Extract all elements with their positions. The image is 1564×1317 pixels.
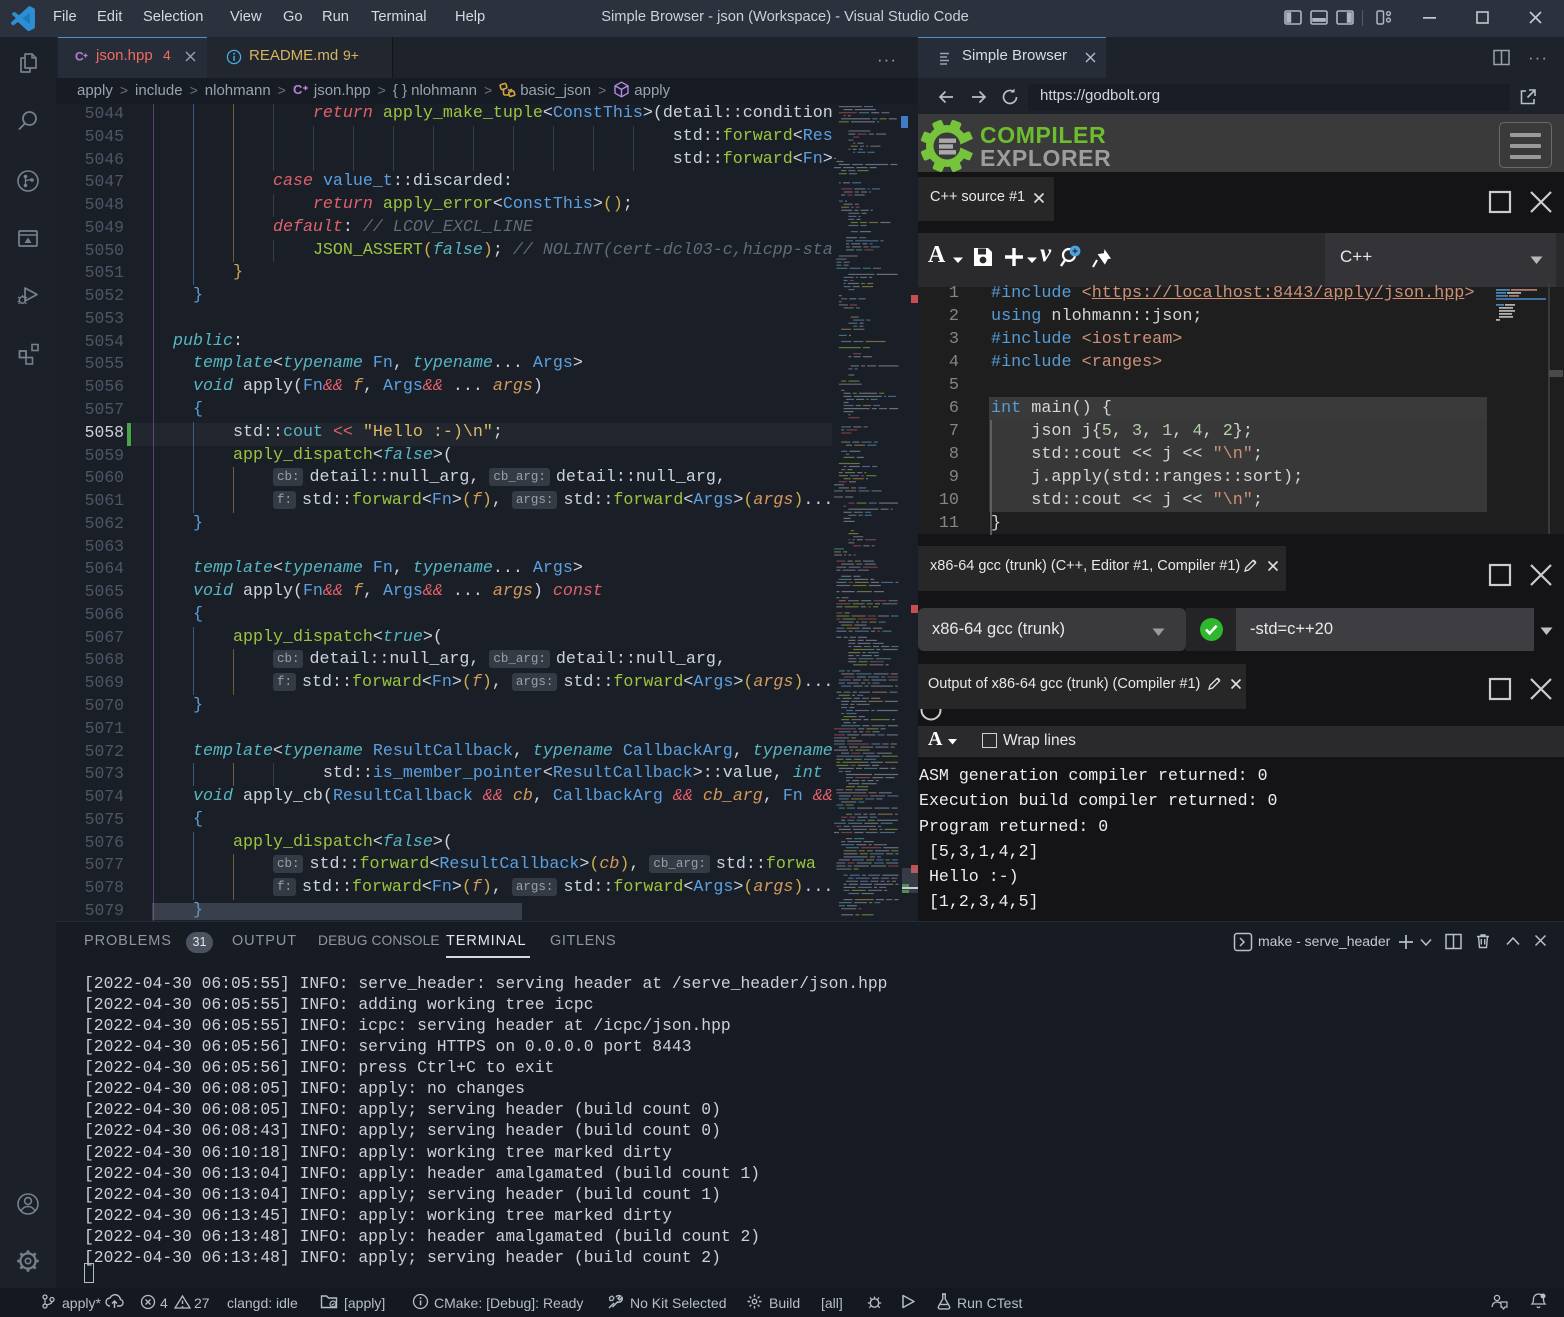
svg-text:C: C bbox=[75, 50, 84, 64]
svg-text:C: C bbox=[293, 82, 303, 97]
